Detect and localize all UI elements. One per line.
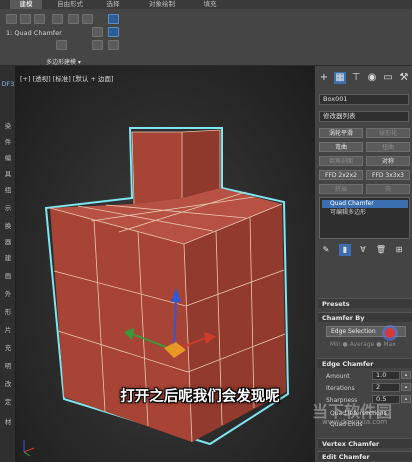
side-item[interactable]: 器 <box>0 236 16 246</box>
side-item[interactable]: 编 <box>0 152 16 162</box>
mod-btn-twist[interactable]: 扭曲 <box>366 142 410 152</box>
top-cube-front <box>132 132 182 204</box>
iterations-field[interactable]: 2 <box>372 383 400 392</box>
sharpness-spinner[interactable]: ▴ <box>401 395 411 403</box>
command-panel-tabs: + ▦ ⊤ ◉ ▭ ⚒ <box>316 72 412 86</box>
mod-btn-ffd3[interactable]: FFD 3x3x3 <box>366 170 410 180</box>
side-item[interactable]: 材 <box>0 416 16 426</box>
mod-btn-ffd2[interactable]: FFD 2x2x2 <box>319 170 363 180</box>
element-mode-icon[interactable] <box>82 14 93 24</box>
border-mode-icon[interactable] <box>52 14 63 24</box>
rollout-chamfer-by[interactable]: Chamfer By <box>318 312 412 322</box>
tab-populate[interactable]: 填充 <box>196 0 224 9</box>
side-item[interactable]: 件 <box>0 136 16 146</box>
unique-icon[interactable]: ∀ <box>357 244 369 256</box>
side-item[interactable]: 组 <box>0 184 16 194</box>
modifier-label: 1: Quad Chamfer <box>6 29 62 37</box>
side-item[interactable]: 示 <box>0 202 16 212</box>
edit-mode-icon[interactable] <box>6 14 17 24</box>
mod-btn-bend[interactable]: 弯曲 <box>319 142 363 152</box>
hierarchy-icon[interactable]: ⊤ <box>350 72 362 84</box>
box-right-face <box>184 204 286 442</box>
pin-icon[interactable]: ✎ <box>320 244 332 256</box>
box-front-face <box>50 208 192 442</box>
side-item[interactable]: 外 <box>0 288 16 298</box>
mod-btn-shell[interactable]: 壳 <box>366 184 410 194</box>
utilities-icon[interactable]: ⚒ <box>398 72 410 84</box>
pin-stack-icon[interactable] <box>108 14 119 24</box>
remove-icon[interactable]: 🗑 <box>375 244 387 256</box>
axis-tripod-icon <box>23 440 35 457</box>
watermark-url: www.downxia.com <box>322 418 388 426</box>
iterations-spinner[interactable]: ▴ <box>401 383 411 391</box>
modify-icon[interactable]: ▦ <box>334 72 346 84</box>
remove-modifier-icon[interactable] <box>92 40 103 50</box>
mod-btn-extrude[interactable]: 挤出 <box>319 184 363 194</box>
average-radio-group[interactable]: Min ● Average ● Max <box>330 341 396 348</box>
rollout-vertex-chamfer[interactable]: Vertex Chamfer <box>318 438 412 448</box>
mod-btn-turbosmooth[interactable]: 涡轮平滑 <box>319 128 363 138</box>
side-item[interactable]: 定 <box>0 396 16 406</box>
configure-icon[interactable] <box>108 40 119 50</box>
amount-label: Amount <box>326 373 350 380</box>
iterations-label: Iterations <box>326 385 355 392</box>
create-icon[interactable]: + <box>318 72 330 84</box>
show-end-result-icon[interactable] <box>108 27 119 37</box>
top-cube-side <box>182 130 220 198</box>
side-item[interactable]: 建 <box>0 252 16 262</box>
modifier-list-dropdown[interactable]: 修改器列表 <box>319 111 409 122</box>
vertex-mode-icon[interactable] <box>20 14 31 24</box>
cursor-highlight <box>385 328 395 338</box>
side-item[interactable]: 改 <box>0 378 16 388</box>
polygon-mode-icon[interactable] <box>68 14 79 24</box>
tab-object-paint[interactable]: 对象绘制 <box>140 0 184 9</box>
rollout-presets[interactable]: Presets <box>318 298 412 308</box>
stack-item-editable-poly[interactable]: 可编辑多边形 <box>322 209 408 217</box>
mod-btn-bevel-profile[interactable]: 倒角剖面 <box>319 156 363 166</box>
show-result-icon[interactable]: ▮ <box>339 244 351 256</box>
tab-modeling[interactable]: 建模 <box>10 0 42 9</box>
modifier-stack: Quad Chamfer 可编辑多边形 <box>319 197 410 239</box>
display-icon[interactable]: ▭ <box>382 72 394 84</box>
object-name-field[interactable]: Box001 <box>319 94 409 105</box>
edge-mode-icon[interactable] <box>34 14 45 24</box>
side-item[interactable]: 形 <box>0 306 16 316</box>
stack-item-quad-chamfer[interactable]: Quad Chamfer <box>322 200 408 208</box>
tab-selection[interactable]: 选择 <box>98 0 128 9</box>
side-item[interactable]: 换 <box>0 220 16 230</box>
mod-btn-spherify[interactable]: 球形化 <box>366 128 410 138</box>
amount-field[interactable]: 1.0 <box>372 371 400 380</box>
ribbon-tab-row: 建模 自由形式 选择 对象绘制 填充 <box>0 0 412 9</box>
side-item[interactable]: 具 <box>0 168 16 178</box>
make-unique-icon[interactable] <box>92 27 103 37</box>
select-icon[interactable] <box>56 40 67 50</box>
rollout-edit-chamfer[interactable]: Edit Chamfer <box>318 451 412 461</box>
side-item[interactable]: 充 <box>0 342 16 352</box>
mod-btn-symmetry[interactable]: 对称 <box>366 156 410 166</box>
tab-freeform[interactable]: 自由形式 <box>48 0 92 9</box>
configure-sets-icon[interactable]: ⊞ <box>393 244 405 256</box>
amount-spinner[interactable]: ▴ <box>401 371 411 379</box>
section-label[interactable]: 多边形建模 ▾ <box>46 57 81 66</box>
side-item[interactable]: 画 <box>0 270 16 280</box>
motion-icon[interactable]: ◉ <box>366 72 378 84</box>
side-item[interactable]: DF3 <box>0 80 16 88</box>
side-item[interactable]: 明 <box>0 360 16 370</box>
rollout-edge-chamfer[interactable]: Edge Chamfer <box>318 358 412 368</box>
side-item[interactable]: 片 <box>0 324 16 334</box>
side-item[interactable]: 染 <box>0 120 16 130</box>
viewport-label[interactable]: [+] [透视] [标准] [默认 + 边面] <box>20 73 114 83</box>
left-toolbar: DF3 染 件 编 具 组 示 换 器 建 画 外 形 片 充 明 改 定 材 <box>0 66 16 462</box>
ribbon: 建模 自由形式 选择 对象绘制 填充 1: Quad Chamfer 多边形建模… <box>0 0 412 66</box>
